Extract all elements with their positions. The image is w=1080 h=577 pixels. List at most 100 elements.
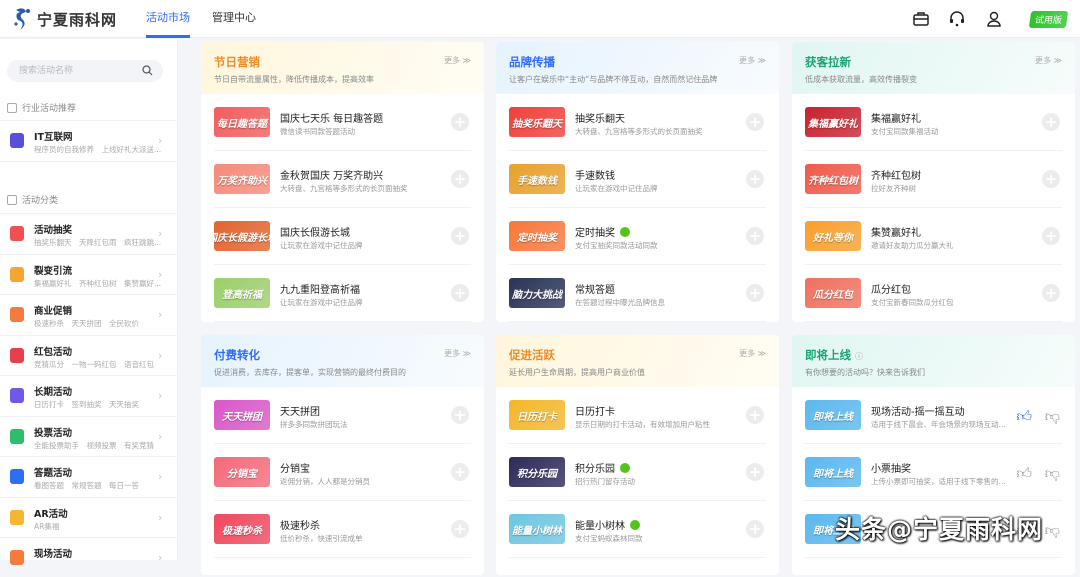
card-header: 即将上线 ⓘ 有你想要的活动吗？快来告诉我们	[792, 335, 1075, 387]
brand-name: 宁夏雨科网	[37, 10, 118, 29]
activity-thumbnail: 极速秒杀	[214, 514, 270, 544]
thumbs-down-icon[interactable]: 👎︎	[1045, 521, 1060, 540]
activity-thumbnail: 手速数钱	[509, 164, 565, 194]
activity-item[interactable]: 齐种红包树 齐种红包树 拉好友齐种树 +	[805, 151, 1062, 208]
add-icon[interactable]: +	[746, 284, 764, 302]
add-icon[interactable]: +	[451, 170, 469, 188]
activity-thumbnail: 瓜分红包	[805, 278, 861, 308]
activity-card: 付费转化 促进消费，去库存，提客单，实现营销的最终付费目的 更多 ≫ 天天拼团 …	[201, 335, 484, 575]
add-icon[interactable]: +	[1042, 170, 1060, 188]
activity-thumbnail: 定时抽奖	[509, 221, 565, 251]
activity-thumbnail: 登高祈福	[214, 278, 270, 308]
sidebar-category-item[interactable]: 商业促销 极速秒杀 天天拼团 全民砍价 ›	[0, 294, 178, 334]
add-icon[interactable]: +	[451, 406, 469, 424]
activity-title: 定时抽奖	[575, 224, 630, 239]
add-icon[interactable]: +	[1042, 227, 1060, 245]
sidebar-item-it-internet[interactable]: IT互联网 程序员的自我修养 上线好礼大派送... ›	[0, 120, 178, 162]
add-icon[interactable]: +	[451, 227, 469, 245]
sidebar-category-item[interactable]: 裂变引流 集福赢好礼 齐种红包树 集赞赢好... ›	[0, 253, 178, 294]
activity-item[interactable]: 日历打卡 日历打卡 显示日期的打卡活动，有效增加用户粘性 +	[509, 387, 766, 444]
add-icon[interactable]: +	[1042, 113, 1060, 131]
activity-item[interactable]: 登高祈福 九九重阳登高祈福 让玩家在游戏中记住品牌 +	[214, 265, 471, 322]
more-link[interactable]: 更多 ≫	[1035, 55, 1062, 66]
activity-item[interactable]: 积分乐园 积分乐园 招行热门留存活动 +	[509, 444, 766, 501]
activity-item[interactable]: 即将上线 现场活动-摇一摇互动 适用于线下晨会、年会场景的现场互动玩法 👍︎ 👎︎	[805, 387, 1062, 444]
sidebar-category-item[interactable]: 活动抽奖 抽奖乐翻天 天降红包雨 疯狂跳跳... ›	[0, 213, 178, 253]
activity-item[interactable]: 瓜分红包 瓜分红包 支付宝新春同款瓜分红包 +	[805, 265, 1062, 322]
thumbs-down-icon[interactable]: 👎︎	[1045, 464, 1060, 483]
activity-item[interactable]: 脑力大挑战 常规答题 在答题过程中曝光品牌信息 +	[509, 265, 766, 322]
add-icon[interactable]: +	[746, 406, 764, 424]
sidebar-category-item[interactable]: 投票活动 全能投票助手 视频投票 有奖竞猜 ›	[0, 415, 178, 456]
activity-item[interactable]: 极速秒杀 极速秒杀 低价秒杀，快速引流成单 +	[214, 501, 471, 558]
search-input[interactable]: 搜索活动名称	[7, 60, 163, 82]
activity-thumbnail: 齐种红包树	[805, 164, 861, 194]
user-icon[interactable]	[985, 10, 1003, 28]
activity-title: 极速秒杀	[280, 521, 320, 532]
thumbs-up-icon[interactable]: 👍︎	[1016, 464, 1032, 483]
more-link[interactable]: 更多 ≫	[444, 55, 471, 66]
trial-badge[interactable]: 试用版	[1028, 11, 1069, 28]
activity-item[interactable]: 集福赢好礼 集福赢好礼 支付宝同款集福活动 +	[805, 94, 1062, 151]
activity-item[interactable]: 抽奖乐翻天 抽奖乐翻天 大转盘、九宫格等多形式的长页面抽奖 +	[509, 94, 766, 151]
top-header: 宁夏雨科网 活动市场 管理中心 试用版	[0, 0, 1080, 38]
activity-item[interactable]: 手速数钱 手速数钱 让玩家在游戏中记住品牌 +	[509, 151, 766, 208]
building-icon	[10, 133, 24, 148]
add-icon[interactable]: +	[746, 113, 764, 131]
add-icon[interactable]: +	[451, 113, 469, 131]
sidebar-category-item[interactable]: 答题活动 看图答题 常规答题 每日一答 ›	[0, 456, 178, 496]
activity-description: 让玩家在游戏中记住品牌	[575, 184, 658, 193]
nav-activity-market[interactable]: 活动市场	[146, 0, 190, 38]
card-subtitle: 有你想要的活动吗？快来告诉我们	[805, 368, 925, 377]
sidebar-category-item[interactable]: AR活动 AR集福 ›	[0, 496, 178, 537]
sidebar-category-item[interactable]: 长期活动 日历打卡 签到抽奖 天天抽奖 ›	[0, 375, 178, 415]
activity-thumbnail: 积分乐园	[509, 457, 565, 487]
add-icon[interactable]: +	[746, 227, 764, 245]
card-subtitle: 节日自带流量属性，降低传播成本，提高效率	[214, 75, 374, 84]
brand-logo[interactable]: 宁夏雨科网	[12, 6, 117, 32]
add-icon[interactable]: +	[746, 463, 764, 481]
add-icon[interactable]: +	[451, 463, 469, 481]
chevron-right-icon: ›	[158, 389, 163, 402]
add-icon[interactable]: +	[451, 284, 469, 302]
headset-icon[interactable]	[948, 10, 966, 28]
activity-description: 显示日期的打卡活动，有效增加用户粘性	[575, 420, 710, 429]
activity-item[interactable]: 定时抽奖 定时抽奖 支付宝抽奖同款活动同款 +	[509, 208, 766, 265]
card-subtitle: 促进消费，去库存，提客单，实现营销的最终付费目的	[214, 368, 406, 377]
chevron-right-icon: ›	[158, 470, 163, 483]
verified-badge-icon	[620, 462, 630, 473]
category-icon	[10, 388, 24, 403]
activity-title: 瓜分红包	[871, 285, 911, 296]
more-link[interactable]: 更多 ≫	[739, 55, 766, 66]
briefcase-icon[interactable]	[912, 10, 930, 28]
add-icon[interactable]: +	[451, 520, 469, 538]
activity-thumbnail: 国庆长假游长城	[214, 221, 270, 251]
activity-item[interactable]: 万奖齐助兴 金秋贺国庆 万奖齐助兴 大转盘、九宫格等多形式的长页面抽奖 +	[214, 151, 471, 208]
building-outline-icon	[7, 102, 17, 113]
activity-item[interactable]: 即将上线 小票抽奖 上传小票即可抽奖，适用于线下零售的营... 👍︎ 👎︎	[805, 444, 1062, 501]
add-icon[interactable]: +	[1042, 284, 1060, 302]
activity-title: 手速数钱	[575, 171, 615, 182]
activity-item[interactable]: 能量小树林 能量小树林 支付宝蚂蚁森林同款 +	[509, 501, 766, 558]
sidebar-category-item[interactable]: 现场活动 ›	[0, 537, 178, 577]
more-link[interactable]: 更多 ≫	[739, 348, 766, 359]
activity-description: 支付宝新春同款瓜分红包	[871, 298, 954, 307]
activity-item[interactable]: 每日趣答题 国庆七天乐 每日趣答题 微信读书同款答题活动 +	[214, 94, 471, 151]
thumbs-down-icon[interactable]: 👎︎	[1045, 407, 1060, 426]
activity-item[interactable]: 天天拼团 天天拼团 拼多多同款拼团玩法 +	[214, 387, 471, 444]
card-subtitle: 延长用户生命周期，提高用户商业价值	[509, 368, 645, 377]
add-icon[interactable]: +	[746, 170, 764, 188]
search-icon[interactable]	[142, 65, 153, 76]
activity-description: 支付宝同款集福活动	[871, 127, 939, 136]
activity-item[interactable]: 分销宝 分销宝 返佣分销，人人都是分销员 +	[214, 444, 471, 501]
nav-management-center[interactable]: 管理中心	[212, 0, 256, 38]
activity-item[interactable]: 好礼等你 集赞赢好礼 邀请好友助力瓜分赢大礼 +	[805, 208, 1062, 265]
add-icon[interactable]: +	[746, 520, 764, 538]
activity-item[interactable]: 国庆长假游长城 国庆长假游长城 让玩家在游戏中记住品牌 +	[214, 208, 471, 265]
activity-thumbnail: 即将上线	[805, 400, 861, 430]
activity-thumbnail: 万奖齐助兴	[214, 164, 270, 194]
more-link[interactable]: 更多 ≫	[444, 348, 471, 359]
sidebar-category-item[interactable]: 红包活动 竞猜瓜分 一物一码红包 语音红包 ›	[0, 334, 178, 375]
help-icon[interactable]: ⓘ	[855, 352, 863, 361]
thumbs-up-icon[interactable]: 👍︎	[1016, 407, 1032, 426]
